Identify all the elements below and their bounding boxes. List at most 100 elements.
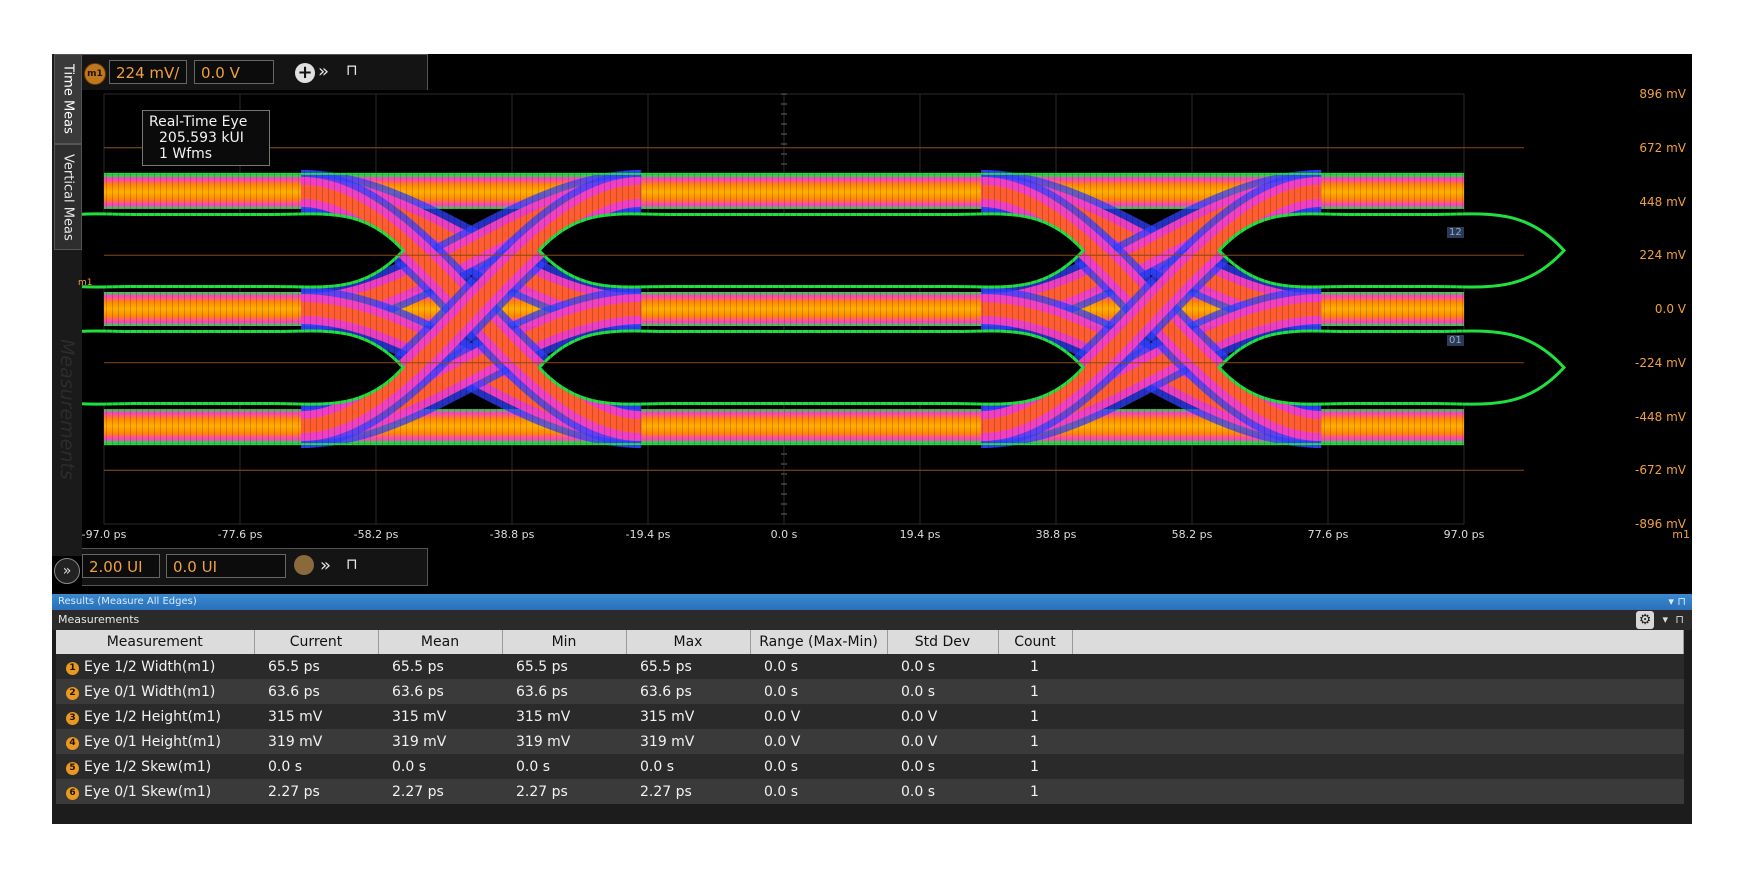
horizontal-scale-field[interactable]: 2.00 UI — [82, 554, 160, 578]
measurement-count-cell: 1 — [998, 654, 1072, 679]
measurement-min-cell: 65.5 ps — [502, 654, 626, 679]
results-panel-header[interactable]: Results (Measure All Edges) ▾ ⊓ — [52, 594, 1692, 610]
measurement-range-cell: 0.0 s — [750, 779, 887, 804]
measurement-count-cell: 1 — [998, 729, 1072, 754]
results-panel-title: Results (Measure All Edges) — [58, 596, 197, 607]
measurement-mean-cell: 63.6 ps — [378, 679, 502, 704]
expand-panel-button[interactable]: » — [54, 558, 80, 584]
table-row[interactable]: 1 Eye 1/2 Width(m1) 65.5 ps 65.5 ps 65.5 ps 6… — [56, 654, 1684, 679]
results-panel: Results (Measure All Edges) ▾ ⊓ Measurem… — [52, 594, 1692, 824]
column-header[interactable]: Current — [254, 630, 379, 654]
measurement-name: Eye 0/1 Skew(m1) — [84, 783, 212, 800]
marker-m1-icon[interactable]: m1 — [84, 63, 106, 85]
table-row[interactable]: 3 Eye 1/2 Height(m1) 315 mV 315 mV 315 mV 315… — [56, 704, 1684, 729]
measurement-name: Eye 1/2 Width(m1) — [84, 658, 216, 675]
measurement-range-cell: 0.0 s — [750, 679, 887, 704]
measurement-mean-cell: 0.0 s — [378, 754, 502, 779]
x-axis-label: -58.2 ps — [353, 528, 399, 541]
tab-time-meas[interactable]: Time Meas — [54, 54, 82, 144]
measurement-min-cell: 0.0 s — [502, 754, 626, 779]
measurement-std-cell: 0.0 s — [887, 779, 998, 804]
table-row[interactable]: 5 Eye 1/2 Skew(m1) 0.0 s 0.0 s 0.0 s 0.0 s 0.0… — [56, 754, 1684, 779]
y-axis-label: 0.0 V — [1654, 302, 1686, 316]
measurement-name-cell: 2 Eye 0/1 Width(m1) — [56, 679, 254, 704]
measurement-current-cell: 315 mV — [254, 704, 378, 729]
x-axis-label: 38.8 ps — [1035, 528, 1077, 541]
measurement-number-badge: 3 — [66, 711, 79, 725]
eye-diagram-plot[interactable]: 896 mV 672 mV 448 mV 224 mV 0.0 V -224 mV -448… — [78, 87, 1692, 548]
ground-marker[interactable]: m1 — [78, 278, 93, 288]
table-row[interactable]: 2 Eye 0/1 Width(m1) 63.6 ps 63.6 ps 63.6 ps 6… — [56, 679, 1684, 704]
x-axis-label: -19.4 ps — [625, 528, 671, 541]
measurement-name-cell: 5 Eye 1/2 Skew(m1) — [56, 754, 254, 779]
x-axis-label: -97.0 ps — [81, 528, 127, 541]
panel-menu-icon[interactable]: ▾ ⊓ — [1668, 594, 1686, 610]
measurement-current-cell: 319 mV — [254, 729, 378, 754]
vertical-scale-toolbar: m1 224 mV/ 0.0 V + » ⊓ — [82, 54, 428, 92]
tab-vertical-meas[interactable]: Vertical Meas — [54, 144, 82, 250]
chevron-down-icon[interactable]: ▾ — [1662, 610, 1668, 630]
oscilloscope-window: Time Meas Vertical Meas Measurements » m… — [52, 54, 1692, 824]
row-filler-cell — [1072, 754, 1684, 779]
vertical-offset-field[interactable]: 0.0 V — [194, 60, 274, 84]
measurements-table: Measurement Current Mean Min Max Range (Max-M… — [56, 630, 1684, 804]
add-icon[interactable]: + — [295, 63, 315, 83]
x-axis-label: 19.4 ps — [899, 528, 941, 541]
chevron-right-icon[interactable]: » — [318, 61, 329, 83]
position-knob-icon[interactable] — [294, 555, 314, 575]
row-filler-cell — [1072, 679, 1684, 704]
vertical-scale-field[interactable]: 224 mV/ — [109, 60, 187, 84]
measurement-mean-cell: 315 mV — [378, 704, 502, 729]
measurement-current-cell: 63.6 ps — [254, 679, 378, 704]
threshold-tag-01: 01 — [1447, 335, 1464, 346]
measurement-count-cell: 1 — [998, 779, 1072, 804]
gear-icon[interactable]: ⚙ — [1636, 611, 1654, 629]
y-axis-label: 896 mV — [1639, 87, 1686, 101]
x-axis-label: 58.2 ps — [1171, 528, 1213, 541]
y-axis-label: -224 mV — [1635, 355, 1686, 370]
measurement-max-cell: 0.0 s — [626, 754, 750, 779]
measurement-name-cell: 6 Eye 0/1 Skew(m1) — [56, 779, 254, 804]
column-header[interactable]: Std Dev — [887, 630, 999, 654]
measurement-name-cell: 4 Eye 0/1 Height(m1) — [56, 729, 254, 754]
measurement-name: Eye 1/2 Skew(m1) — [84, 758, 212, 775]
eye-info-tooltip: Real-Time Eye 205.593 kUI 1 Wfms — [142, 110, 270, 166]
row-filler-cell — [1072, 729, 1684, 754]
measurement-std-cell: 0.0 s — [887, 679, 998, 704]
measurement-number-badge: 4 — [66, 736, 79, 750]
tab-measurements-ghost: Measurements — [56, 338, 78, 480]
measurement-name: Eye 0/1 Width(m1) — [84, 683, 216, 700]
y-axis-label: 448 mV — [1639, 194, 1686, 209]
measurement-current-cell: 0.0 s — [254, 754, 378, 779]
measurements-title: Measurements — [58, 613, 140, 626]
table-row[interactable]: 4 Eye 0/1 Height(m1) 319 mV 319 mV 319 mV 319… — [56, 729, 1684, 754]
measurement-range-cell: 0.0 s — [750, 754, 887, 779]
column-header[interactable]: Mean — [378, 630, 503, 654]
measurement-number-badge: 1 — [66, 661, 79, 675]
tooltip-unit-intervals: 205.593 kUI — [159, 130, 244, 146]
x-axis-label: 0.0 s — [770, 528, 798, 541]
row-filler-cell — [1072, 654, 1684, 679]
column-header[interactable]: Min — [502, 630, 627, 654]
measurement-range-cell: 0.0 V — [750, 729, 887, 754]
threshold-tag-12: 12 — [1447, 227, 1464, 238]
column-header[interactable]: Range (Max-Min) — [750, 630, 888, 654]
pin-icon[interactable]: ⊓ — [346, 59, 358, 81]
column-header[interactable]: Measurement — [56, 630, 255, 654]
measurement-min-cell: 63.6 ps — [502, 679, 626, 704]
measurement-max-cell: 65.5 ps — [626, 654, 750, 679]
measurement-number-badge: 5 — [66, 761, 79, 775]
chevron-right-icon[interactable]: » — [320, 555, 331, 577]
eye-diagram-canvas — [82, 93, 1567, 525]
pin-icon[interactable]: ⊓ — [1675, 610, 1684, 630]
column-header[interactable]: Count — [998, 630, 1073, 654]
y-axis-label: -672 mV — [1635, 463, 1686, 478]
measurement-max-cell: 319 mV — [626, 729, 750, 754]
measurement-count-cell: 1 — [998, 754, 1072, 779]
column-header[interactable]: Max — [626, 630, 751, 654]
table-header-row: Measurement Current Mean Min Max Range (Max-M… — [56, 630, 1684, 654]
pin-icon[interactable]: ⊓ — [346, 553, 358, 575]
horizontal-offset-field[interactable]: 0.0 UI — [166, 554, 286, 578]
table-row[interactable]: 6 Eye 0/1 Skew(m1) 2.27 ps 2.27 ps 2.27 ps 2.… — [56, 779, 1684, 804]
measurement-number-badge: 2 — [66, 686, 79, 700]
